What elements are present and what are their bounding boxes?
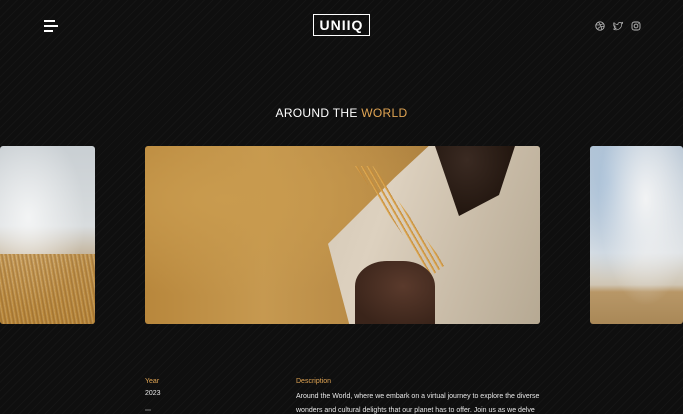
social-links (595, 21, 641, 31)
wheat-field (0, 254, 95, 324)
year-value: 2023 (145, 390, 161, 397)
menu-line (44, 25, 58, 27)
dribbble-icon[interactable] (595, 21, 605, 31)
section-title: AROUND THE WORLD (0, 106, 683, 120)
instagram-icon[interactable] (631, 21, 641, 31)
description-label: Description (296, 378, 332, 385)
logo[interactable]: UNIIQ (313, 14, 370, 36)
section-title-accent: WORLD (361, 106, 408, 120)
carousel-image-main[interactable] (145, 146, 540, 324)
divider (145, 409, 151, 411)
model-hand (355, 261, 435, 324)
hamburger-menu-icon[interactable] (44, 20, 58, 32)
page-frame: UNIIQ AROUND THE WORLD Year 2023 Descrip… (0, 0, 683, 414)
carousel-image-previous[interactable] (0, 146, 95, 324)
description-text: Around the World, where we embark on a v… (296, 393, 540, 414)
carousel-image-next[interactable] (590, 146, 683, 324)
year-label: Year (145, 378, 160, 385)
menu-line (44, 20, 55, 22)
menu-line (44, 30, 53, 32)
twitter-icon[interactable] (613, 21, 623, 31)
section-title-main: AROUND THE (275, 106, 362, 120)
